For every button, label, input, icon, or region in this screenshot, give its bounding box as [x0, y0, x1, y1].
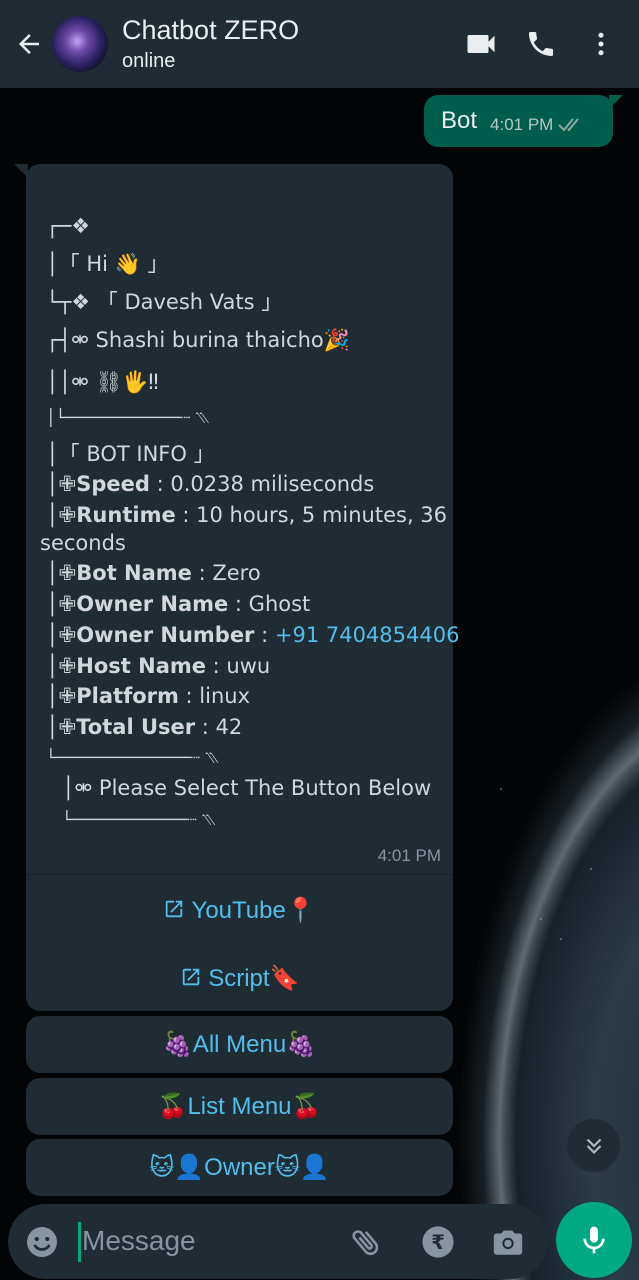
info-bot-name: │✙Bot Name : Zero [46, 561, 261, 585]
message-line: └────────────┈ ⳹ [62, 810, 216, 829]
video-call-button[interactable] [451, 14, 511, 74]
message-line: │「 Hi 👋 」 [46, 252, 169, 276]
emoji-button[interactable] [24, 1224, 60, 1265]
message-line: ┌─❖ [46, 214, 91, 238]
attach-icon [352, 1230, 379, 1256]
camera-icon [493, 1230, 523, 1255]
voice-message-button[interactable] [556, 1202, 632, 1278]
all-menu-button[interactable]: 🍇All Menu🍇 [26, 1016, 453, 1073]
message-line: │└────────────┈ ⳹ [46, 408, 209, 427]
emoji-icon [27, 1227, 57, 1257]
message-line: │「 BOT INFO 」 [46, 442, 215, 466]
double-chevron-down-icon [586, 1138, 601, 1154]
chat-status: online [122, 50, 176, 72]
chat-title: Chatbot ZERO [122, 15, 300, 45]
more-options-icon [598, 32, 604, 56]
voice-call-button[interactable] [511, 14, 571, 74]
camera-button[interactable] [488, 1222, 528, 1262]
message-meta: 4:01 PM [490, 115, 585, 135]
youtube-button[interactable]: YouTube📍 [26, 896, 453, 925]
chat-title-area[interactable]: Chatbot ZERO online [122, 14, 451, 74]
incoming-time: 4:01 PM [377, 846, 441, 865]
message-line: └┬❖ 「 Davesh Vats 」 [46, 290, 283, 314]
message-line: ││⚮ ⛓🖐‼ [46, 370, 159, 394]
double-check-icon [558, 118, 580, 132]
more-options-button[interactable] [571, 14, 631, 74]
info-total-user: │✙Total User : 42 [46, 715, 243, 739]
youtube-button-label: YouTube📍 [191, 897, 316, 924]
info-owner-number: │✙Owner Number : +91 7404854406 [46, 623, 460, 647]
message-composer: ₹ [8, 1204, 548, 1279]
incoming-message[interactable]: ┌─❖ │「 Hi 👋 」 └┬❖ 「 Davesh Vats 」 ┌┤⚮ Sh… [14, 164, 459, 1011]
info-platform: │✙Platform : linux [46, 684, 251, 708]
chat-header: Chatbot ZERO online [0, 0, 639, 88]
list-menu-button[interactable]: 🍒List Menu🍒 [26, 1078, 453, 1135]
info-speed: │✙Speed : 0.0238 miliseconds [46, 472, 375, 496]
info-runtime: │✙Runtime : 10 hours, 5 minutes, 36 [46, 503, 448, 527]
back-arrow-icon [19, 34, 39, 54]
rupee-payment-icon: ₹ [422, 1226, 454, 1258]
outgoing-message[interactable]: Bot 4:01 PM [424, 95, 623, 147]
message-line: ┌┤⚮ Shashi burina thaicho🎉 [46, 328, 350, 352]
divider [26, 874, 453, 875]
svg-text:₹: ₹ [431, 1231, 445, 1254]
phone-number-link[interactable]: +91 7404854406 [275, 623, 460, 647]
payment-button[interactable]: ₹ [418, 1222, 458, 1262]
message-input[interactable] [82, 1218, 332, 1264]
info-runtime-cont: seconds [40, 531, 126, 555]
owner-button[interactable]: 🐱👤Owner🐱👤 [26, 1139, 453, 1196]
outgoing-time: 4:01 PM [490, 115, 554, 134]
bubble-tail [609, 95, 623, 109]
script-button[interactable]: Script🔖 [26, 964, 453, 993]
external-link-icon [166, 900, 183, 918]
back-button[interactable] [6, 14, 52, 74]
text-caret [78, 1222, 81, 1262]
script-button-label: Script🔖 [208, 965, 300, 992]
avatar[interactable] [52, 16, 108, 72]
outgoing-text: Bot [441, 107, 478, 134]
video-call-icon [467, 35, 495, 53]
external-link-icon [182, 968, 199, 986]
scroll-to-bottom-button[interactable] [567, 1119, 620, 1172]
voice-call-icon [529, 32, 553, 56]
message-line: └──────────────┈ ⳹ [46, 748, 219, 767]
mic-icon [583, 1226, 605, 1254]
info-host-name: │✙Host Name : uwu [46, 654, 271, 678]
info-owner-name: │✙Owner Name : Ghost [46, 592, 311, 616]
message-line: │⚮ Please Select The Button Below [62, 776, 432, 800]
attach-button[interactable] [346, 1222, 386, 1262]
bubble-tail [14, 164, 28, 178]
